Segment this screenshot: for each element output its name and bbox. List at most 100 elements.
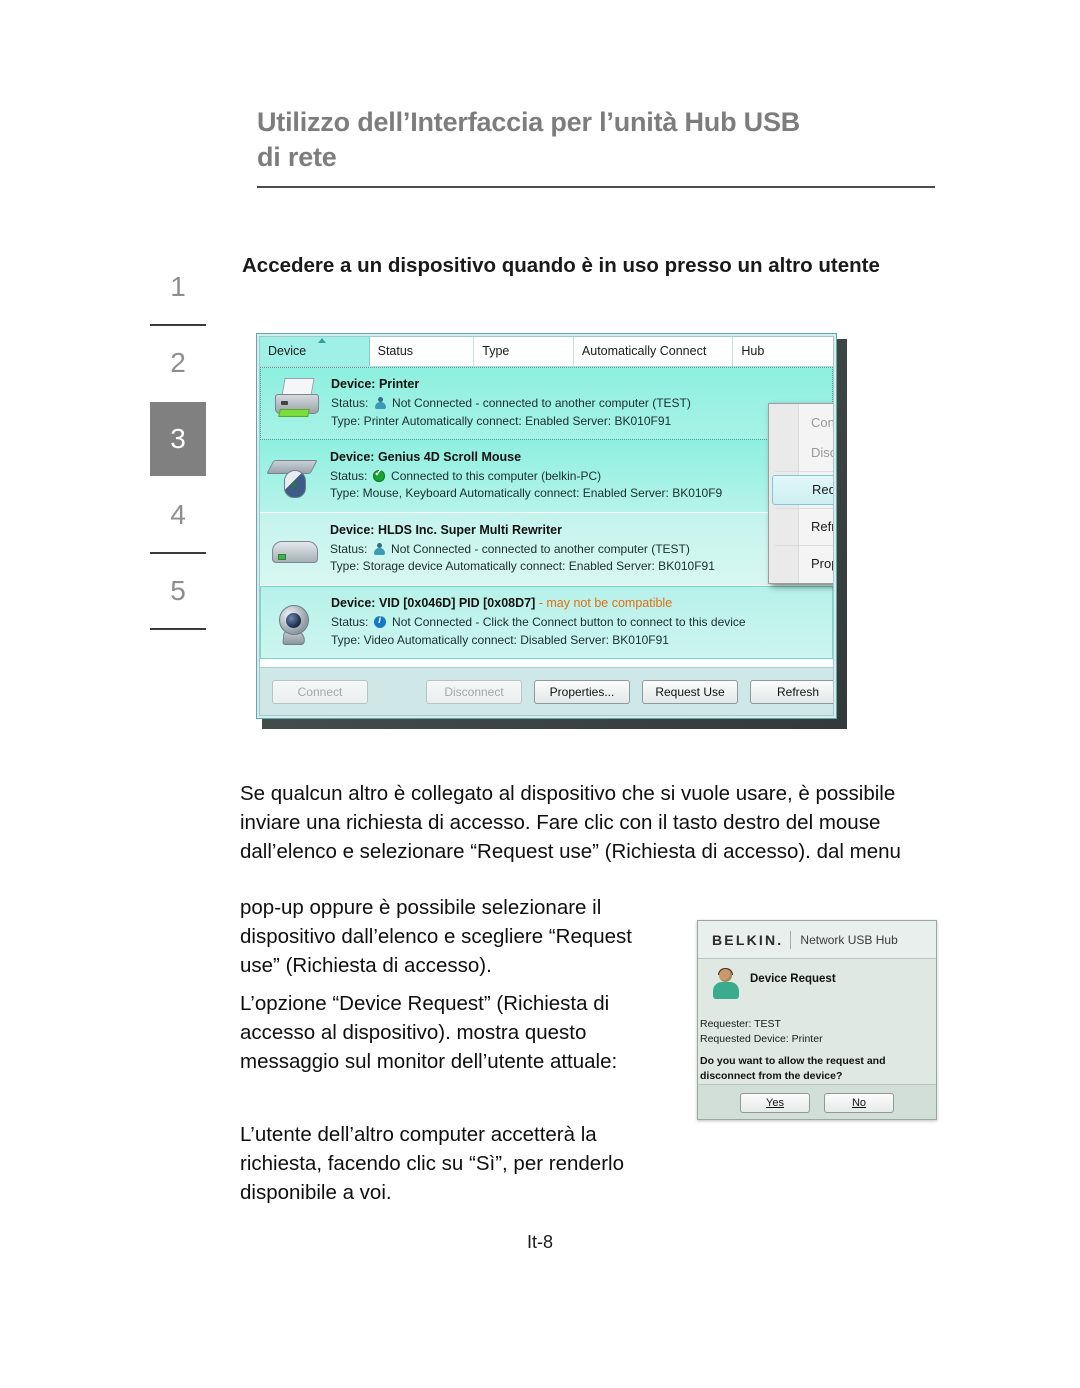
no-button[interactable]: No (824, 1092, 894, 1113)
context-menu-separator-1 (775, 471, 833, 472)
window-button-bar: Connect Disconnect Properties... Request… (260, 667, 833, 715)
usb-hub-window-inner: Device Status Type Automatically Connect… (259, 336, 834, 716)
body-paragraph-3: L’opzione “Device Request” (Richiesta di… (240, 992, 618, 1074)
mouse-keyboard-icon (266, 448, 328, 504)
refresh-button[interactable]: Refresh (750, 679, 833, 704)
rail-item-1[interactable]: 1 (150, 250, 206, 324)
header-divider (790, 930, 792, 949)
device-title-text: Device: VID [0x046D] PID [0x08D7] (331, 596, 536, 611)
context-menu-item-refresh[interactable]: Refresh (769, 512, 833, 542)
rail-item-1-label: 1 (170, 271, 186, 302)
column-header-automatically-connect-label: Automatically Connect (581, 344, 707, 358)
user-icon (373, 542, 385, 555)
connect-button[interactable]: Connect (272, 679, 368, 704)
dialog-meta: Requester: TEST Requested Device: Printe… (700, 1017, 823, 1047)
page-title-line-2: di rete (257, 141, 337, 172)
rail-item-2-label: 2 (170, 347, 186, 378)
page-number: It-8 (526, 1232, 553, 1252)
column-header-hub-label: Hub (741, 344, 765, 358)
column-header-status[interactable]: Status (369, 337, 475, 366)
device-table-header: Device Status Type Automatically Connect… (260, 337, 833, 367)
device-title: Device: Genius 4D Scroll Mouse (330, 449, 522, 464)
device-status-line: Status: Not Connected - connected to ano… (330, 541, 833, 558)
chapter-number-rail: 1 2 3 4 5 (150, 250, 206, 630)
request-use-button[interactable]: Request Use (642, 679, 738, 704)
column-header-status-label: Status (377, 344, 414, 358)
device-detail-line: Type: Printer Automatically connect: Ena… (331, 413, 672, 428)
device-info: Device: Printer Status: Not Connected - … (329, 377, 832, 430)
application-screenshot: Device Status Type Automatically Connect… (256, 333, 847, 729)
column-header-type[interactable]: Type (474, 337, 574, 366)
no-button-label: No (851, 1096, 867, 1109)
user-icon (374, 397, 386, 410)
rail-item-3-label: 3 (170, 423, 186, 454)
disconnect-button[interactable]: Disconnect (426, 679, 522, 704)
info-icon (373, 614, 386, 629)
column-header-type-label: Type (482, 344, 510, 358)
rail-item-5-label: 5 (170, 575, 186, 606)
table-row[interactable]: Device: HLDS Inc. Super Multi Rewriter S… (260, 513, 833, 586)
table-row[interactable]: Device: VID [0x046D] PID [0x08D7] - may … (260, 586, 833, 659)
device-status-label: Status: (330, 468, 368, 483)
device-detail-line: Type: Video Automatically connect: Disab… (331, 632, 669, 647)
device-detail-line: Type: Mouse, Keyboard Automatically conn… (330, 486, 723, 500)
context-menu: Connect Disconnect Request Use Refresh P… (768, 403, 833, 584)
device-status-line: Status: Connected to this computer (belk… (330, 467, 833, 485)
device-detail-line: Type: Storage device Automatically conne… (330, 559, 715, 573)
table-row[interactable]: Device: Genius 4D Scroll Mouse Status: C… (260, 440, 833, 513)
dialog-header: BELKIN. Network USB Hub (698, 921, 936, 959)
device-title: Device: VID [0x046D] PID [0x08D7] - may … (331, 596, 832, 610)
device-list: Device: Printer Status: Not Connected - … (260, 367, 833, 659)
context-menu-item-properties[interactable]: Properties... (769, 549, 833, 579)
device-status-label: Status: (331, 396, 369, 411)
page-title: Utilizzo dell’Interfaccia per l’unità Hu… (257, 105, 937, 174)
dialog-title: Device Request (750, 973, 836, 985)
device-status-text: Not Connected - connected to another com… (392, 396, 691, 411)
device-status-label: Status: (330, 541, 368, 556)
title-divider (257, 186, 935, 188)
context-menu-item-request-use[interactable]: Request Use (772, 475, 833, 505)
table-row[interactable]: Device: Printer Status: Not Connected - … (260, 367, 833, 440)
dialog-footer: Yes No (698, 1084, 936, 1119)
dialog-body: Device Request Requester: TEST Requested… (698, 959, 936, 1084)
column-header-device-label: Device (268, 344, 307, 358)
yes-button-label: Yes (766, 1096, 784, 1109)
storage-icon (266, 521, 328, 577)
device-info: Device: VID [0x046D] PID [0x08D7] - may … (329, 596, 832, 649)
context-menu-item-connect[interactable]: Connect (769, 408, 833, 438)
device-status-text: Not Connected - Click the Connect button… (392, 615, 746, 630)
user-avatar-icon (712, 968, 740, 999)
column-header-device[interactable]: Device (260, 337, 370, 366)
column-header-hub[interactable]: Hub (733, 337, 833, 366)
yes-button[interactable]: Yes (740, 1092, 810, 1113)
device-info: Device: HLDS Inc. Super Multi Rewriter S… (328, 523, 833, 576)
usb-hub-window: Device Status Type Automatically Connect… (256, 333, 837, 719)
context-menu-separator-2 (775, 508, 833, 509)
rail-item-5[interactable]: 5 (150, 554, 206, 628)
rail-item-4[interactable]: 4 (150, 478, 206, 552)
device-status-line: Status: Not Connected - connected to ano… (331, 395, 832, 412)
context-menu-separator-3 (775, 545, 833, 546)
rail-item-2[interactable]: 2 (150, 326, 206, 400)
device-status-text: Not Connected - connected to another com… (391, 541, 690, 556)
webcam-icon (267, 595, 329, 651)
printer-icon (267, 376, 329, 432)
properties-button[interactable]: Properties... (534, 679, 630, 704)
dialog-question: Do you want to allow the request and dis… (700, 1055, 886, 1083)
requested-device-line: Requested Device: Printer (700, 1033, 823, 1046)
device-status-text: Connected to this computer (belkin-PC) (391, 468, 602, 483)
device-status-label: Status: (331, 615, 369, 630)
section-heading: Accedere a un dispositivo quando è in us… (242, 254, 880, 277)
rail-item-3[interactable]: 3 (150, 402, 206, 476)
device-title: Device: HLDS Inc. Super Multi Rewriter (330, 522, 562, 537)
device-title: Device: Printer (331, 377, 420, 392)
context-menu-item-disconnect[interactable]: Disconnect (769, 438, 833, 468)
sort-ascending-icon (318, 338, 326, 343)
body-paragraph-4: L’utente dell’altro computer accetterà l… (240, 1123, 624, 1205)
rail-divider-5 (150, 628, 206, 630)
compatibility-warning: - may not be compatible (538, 596, 673, 611)
column-header-automatically-connect[interactable]: Automatically Connect (573, 337, 734, 366)
body-paragraph-1: Se qualcun altro è collegato al disposit… (240, 782, 901, 864)
body-paragraph-2: pop-up oppure è possibile selezionare il… (240, 896, 632, 978)
page-title-line-1: Utilizzo dell’Interfaccia per l’unità Hu… (257, 107, 801, 137)
